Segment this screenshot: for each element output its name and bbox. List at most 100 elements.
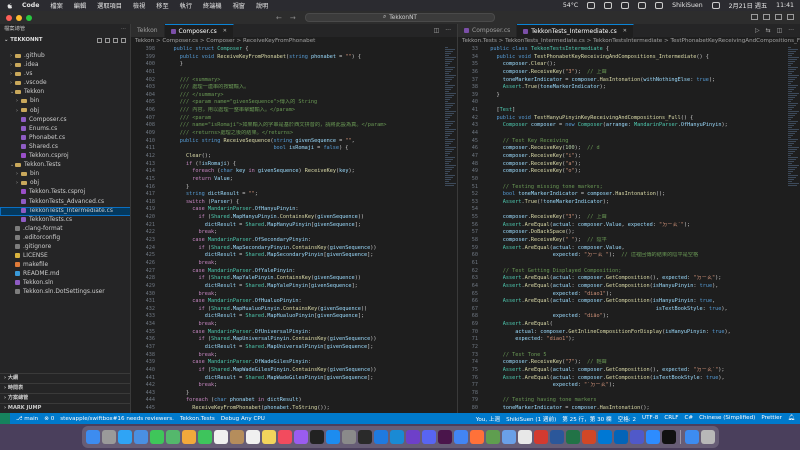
breadcrumb[interactable]: Tekkon.Tests > TekkonTests_Intermediate.… (458, 37, 800, 46)
code-line[interactable]: 63 Assert.AreEqual(actual: composer.GetC… (458, 275, 800, 283)
control-center-icon[interactable] (711, 2, 720, 9)
github-desktop-app-icon[interactable] (405, 430, 420, 444)
section-solution-explorer[interactable]: › 方案總管 (0, 393, 130, 403)
menubar-clock[interactable]: 11:41 (776, 2, 794, 9)
code-line[interactable]: 402 /// <summary> (131, 77, 457, 85)
file-item[interactable]: README.md (0, 270, 130, 279)
code-line[interactable]: 37 toneMarkerIndicator = composer.HasInt… (458, 77, 800, 85)
file-item[interactable]: Phonabet.cs (0, 134, 130, 143)
powerpoint-app-icon[interactable] (581, 430, 596, 444)
code-line[interactable]: 411 bool isRomaji = false) { (131, 145, 457, 153)
code-line[interactable]: 55 composer.ReceiveKey("3"); // 上聲 (458, 214, 800, 222)
slack-app-icon[interactable] (437, 430, 452, 444)
code-line[interactable]: 403 /// 處理一連串的按鍵輸入。 (131, 84, 457, 92)
code-line[interactable]: 77 expected: "˙ㄉㄧㄠ"); (458, 382, 800, 390)
notifications-bell-icon[interactable]: 🔔︎ (788, 415, 795, 423)
code-line[interactable]: 49 composer.ReceiveKey("o"); (458, 168, 800, 176)
code-line[interactable]: 413 if (!isRomaji) { (131, 161, 457, 169)
code-line[interactable]: 40 (458, 99, 800, 107)
code-line[interactable]: 34 public void TestPhonabetKeyReceivingA… (458, 54, 800, 62)
photos-app-icon[interactable] (181, 430, 196, 444)
section-outline[interactable]: › 大綱 (0, 373, 130, 383)
word-app-icon[interactable] (549, 430, 564, 444)
code-line[interactable]: 52 bool toneMarkerIndicator = composer.H… (458, 191, 800, 199)
vscode-app-icon[interactable] (389, 430, 404, 444)
code-line[interactable]: 72 (458, 344, 800, 352)
section-mark-jump[interactable]: › MARK JUMP (0, 403, 130, 413)
preview-app-icon[interactable] (501, 430, 516, 444)
folder-item[interactable]: › bin (0, 170, 130, 179)
wifi-icon[interactable] (621, 2, 630, 9)
problems-count[interactable]: ⊗ 0 (44, 416, 54, 422)
code-line[interactable]: 419 case MandarinParser.OfHanyuPinyin: (131, 206, 457, 214)
toggle-secondary-sidebar-icon[interactable] (775, 14, 782, 20)
code-line[interactable]: 428 if (Shared.MapYalePinyin.ContainsKey… (131, 275, 457, 283)
facetime-app-icon[interactable] (197, 430, 212, 444)
code-line[interactable]: 60 expected: "ㄉㄧㄠ "); // 這裡回傳的結果的陰平是空格 (458, 252, 800, 260)
more-actions-icon[interactable]: ··· (788, 27, 794, 34)
search-icon[interactable] (655, 2, 664, 9)
refresh-icon[interactable] (113, 37, 118, 43)
podcasts-app-icon[interactable] (293, 430, 308, 444)
code-line[interactable]: 64 Assert.AreEqual(actual: composer.GetC… (458, 283, 800, 291)
file-item[interactable]: .clang-format (0, 225, 130, 234)
code-line[interactable]: 438 break; (131, 352, 457, 360)
code-line[interactable]: 41 [Test] (458, 107, 800, 115)
code-line[interactable]: 75 Assert.AreEqual(actual: composer.GetC… (458, 367, 800, 375)
branch-status[interactable]: ⎇ main (16, 416, 38, 422)
code-line[interactable]: 48 composer.ReceiveKey("a"); (458, 161, 800, 169)
build-config-status[interactable]: Debug Any CPU (221, 416, 265, 422)
code-line[interactable]: 78 (458, 390, 800, 398)
code-line[interactable]: 420 if (Shared.MapHanyuPinyin.ContainsKe… (131, 214, 457, 222)
menu-terminal[interactable]: 終端機 (203, 1, 222, 10)
code-line[interactable]: 44 (458, 130, 800, 138)
tab-tekkontests-intermediate[interactable]: TekkonTests_Intermediate.cs ✕ (517, 24, 634, 38)
file-item[interactable]: TekkonTests_Intermediate.cs (0, 206, 130, 216)
code-line[interactable]: 54 (458, 206, 800, 214)
code-line[interactable]: 417 string dictResult = ""; (131, 191, 457, 199)
file-item[interactable]: .gitignore (0, 243, 130, 252)
code-line[interactable]: 56 Assert.AreEqual(actual: composer.Valu… (458, 222, 800, 230)
code-line[interactable]: 432 if (Shared.MapHualuoPinyin.ContainsK… (131, 306, 457, 314)
onedrive-app-icon[interactable] (613, 430, 628, 444)
code-line[interactable]: 407 /// <param (131, 115, 457, 123)
prettier-status[interactable]: Prettier (761, 415, 782, 423)
run-icon[interactable]: ▷ (755, 27, 760, 34)
code-line[interactable]: 439 case MandarinParser.OfWadeGilesPinyi… (131, 359, 457, 367)
file-item[interactable]: Tekkon.csproj (0, 152, 130, 161)
file-item[interactable]: Shared.cs (0, 143, 130, 152)
collapse-all-icon[interactable] (121, 37, 126, 43)
workspace-root[interactable]: ⌄ TEKKONNT (0, 35, 130, 45)
code-line[interactable]: 442 break; (131, 382, 457, 390)
code-line[interactable]: 53 Assert.True(!toneMarkerIndicator); (458, 199, 800, 207)
code-line[interactable]: 47 composer.ReceiveKey("i"); (458, 153, 800, 161)
code-line[interactable]: 66 Assert.AreEqual(actual: composer.GetC… (458, 298, 800, 306)
launchpad-app-icon[interactable] (101, 430, 116, 444)
notes-app-icon[interactable] (261, 430, 276, 444)
code-line[interactable]: 71 expected: "diao1"); (458, 336, 800, 344)
downloads-icon[interactable] (684, 430, 699, 444)
minimize-window-button[interactable] (16, 14, 22, 21)
eol-status[interactable]: CRLF (664, 415, 678, 423)
trash-icon[interactable] (700, 430, 715, 444)
excel-app-icon[interactable] (565, 430, 580, 444)
code-editor-right[interactable]: 33 public class TekkonTestsIntermediate … (458, 46, 800, 413)
code-line[interactable]: 408 /// name="isRomaji">如果輸入的字串是基於西文拼音的，… (131, 122, 457, 130)
file-item[interactable]: Tekkon.Tests.csproj (0, 188, 130, 197)
split-editor-icon[interactable]: ◫ (434, 27, 440, 34)
code-line[interactable]: 422 break; (131, 229, 457, 237)
apple-logo-icon[interactable] (6, 2, 14, 10)
menu-go[interactable]: 移至 (156, 1, 168, 10)
code-line[interactable]: 406 /// 內容，用以處理一整串擊鍵輸入。</param> (131, 107, 457, 115)
indentation-status[interactable]: 空格: 2 (618, 415, 636, 423)
code-line[interactable]: 33 public class TekkonTestsIntermediate … (458, 46, 800, 54)
code-line[interactable]: 65 expected: "diao1"); (458, 291, 800, 299)
file-item[interactable]: TekkonTests_Advanced.cs (0, 198, 130, 207)
tab-composer-cs[interactable]: Composer.cs ✕ (164, 24, 234, 38)
pull-request-status[interactable]: stevapple/swiftbox#16 needs reviewers. (60, 416, 174, 422)
file-item[interactable]: LICENSE (0, 252, 130, 261)
menu-window[interactable]: 視窗 (233, 1, 245, 10)
minimap-right[interactable] (786, 46, 800, 413)
code-line[interactable]: 405 /// <param name="givenSequence">傳入的 … (131, 99, 457, 107)
code-line[interactable]: 69 Assert.AreEqual( (458, 321, 800, 329)
